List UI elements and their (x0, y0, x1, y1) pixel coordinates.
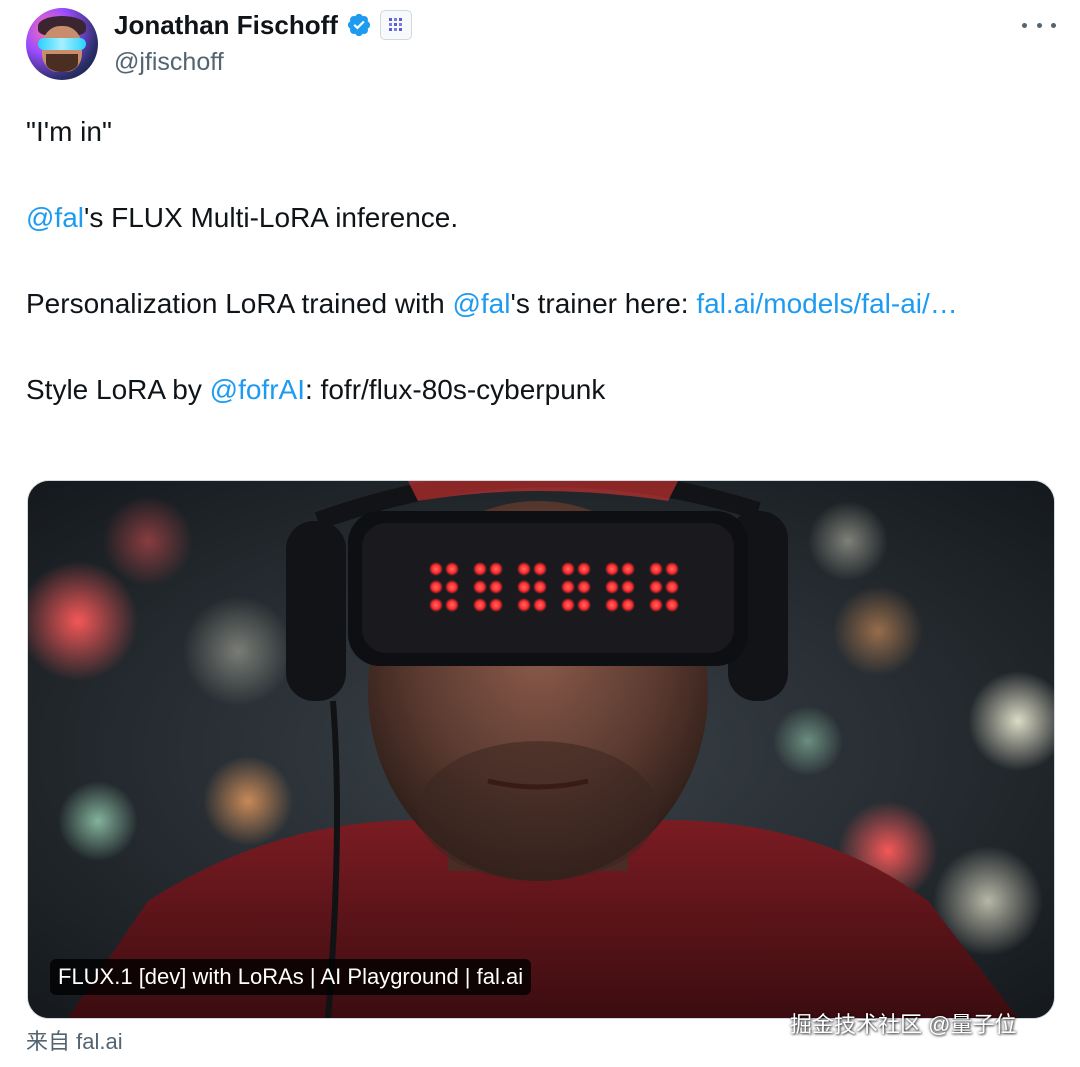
tweet-text: "I'm in" @fal's FLUX Multi-LoRA inferenc… (26, 110, 1046, 454)
mention-link[interactable]: @fal (26, 202, 84, 233)
author-display-name[interactable]: Jonathan Fischoff (114, 8, 338, 42)
author-name-row: Jonathan Fischoff (114, 8, 412, 42)
avatar-beard (46, 54, 78, 72)
affiliate-badge-icon[interactable] (379, 10, 412, 40)
url-link[interactable]: fal.ai/models/fal-ai/… (696, 288, 957, 319)
verified-badge-icon[interactable] (346, 12, 372, 38)
avatar-glasses (38, 38, 86, 50)
more-horizontal-icon[interactable] (1022, 12, 1056, 38)
media-caption: FLUX.1 [dev] with LoRAs | AI Playground … (50, 959, 532, 995)
avatar[interactable] (26, 8, 98, 80)
mention-link[interactable]: @fofrAI (210, 374, 305, 405)
tweet-line-1: "I'm in" (26, 116, 112, 147)
media-card[interactable]: FLUX.1 [dev] with LoRAs | AI Playground … (27, 480, 1055, 1019)
media-image (28, 481, 1054, 1018)
watermark: 掘金技术社区 @量子位 (790, 1012, 1017, 1037)
mention-link[interactable]: @fal (452, 288, 510, 319)
tweet-line-3: Personalization LoRA trained with @fal's… (26, 288, 958, 319)
author-handle[interactable]: @jfischoff (114, 46, 224, 78)
tweet: Jonathan Fischoff @jfischoff "I'm in" @f… (0, 0, 1080, 1067)
source-label[interactable]: 来自 fal.ai (26, 1026, 123, 1058)
tweet-line-2: @fal's FLUX Multi-LoRA inference. (26, 202, 459, 233)
tweet-line-4: Style LoRA by @fofrAI: fofr/flux-80s-cyb… (26, 374, 606, 405)
